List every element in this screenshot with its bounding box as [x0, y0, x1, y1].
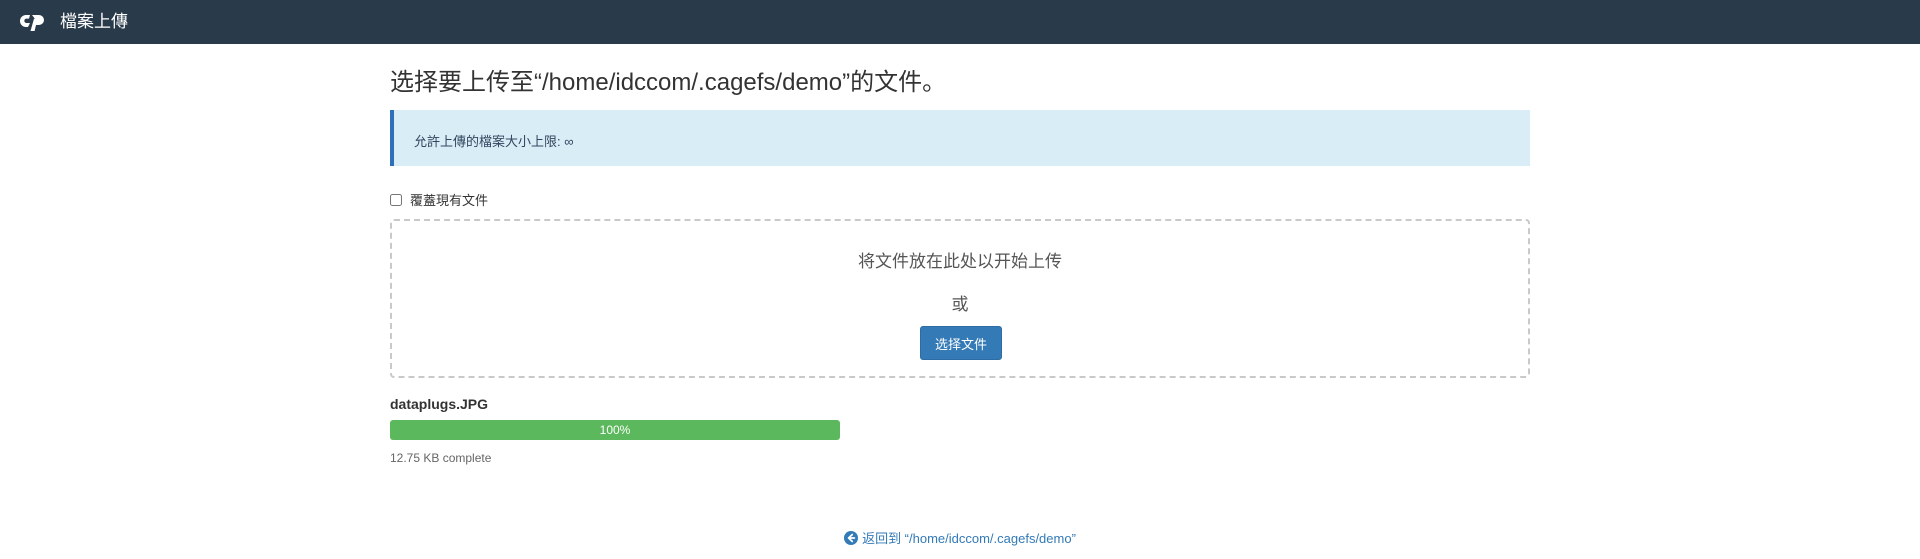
back-link[interactable]: 返回到 “/home/idccom/.cagefs/demo”: [390, 528, 1530, 547]
arrow-circle-left-icon: [844, 530, 859, 545]
overwrite-label: 覆蓋現有文件: [410, 193, 489, 208]
upload-file-name: dataplugs.JPG: [390, 396, 489, 412]
overwrite-option[interactable]: 覆蓋現有文件: [390, 190, 488, 209]
drop-zone-text: 将文件放在此处以开始上传: [858, 252, 1062, 271]
page-title: 选择要上传至“/home/idccom/.cagefs/demo”的文件。: [390, 69, 947, 96]
upload-limit-text: 允許上傳的檔案大小上限: ∞: [414, 134, 574, 149]
app-title: 檔案上傳: [60, 12, 128, 31]
upload-progress-fill: 100%: [390, 420, 840, 440]
drop-zone-or-text: 或: [951, 295, 969, 314]
upload-limit-alert: 允許上傳的檔案大小上限: ∞: [390, 110, 1530, 166]
cpanel-logo-icon[interactable]: [20, 11, 50, 33]
overwrite-checkbox[interactable]: [390, 193, 402, 206]
select-file-button[interactable]: 选择文件: [920, 326, 1002, 360]
top-bar: 檔案上傳: [0, 0, 1920, 44]
upload-status-text: 12.75 KB complete: [390, 451, 492, 465]
upload-progress-bar: 100%: [390, 420, 840, 440]
file-drop-zone[interactable]: 将文件放在此处以开始上传 或 选择文件: [390, 219, 1530, 378]
back-link-label: 返回到 “/home/idccom/.cagefs/demo”: [862, 531, 1076, 546]
